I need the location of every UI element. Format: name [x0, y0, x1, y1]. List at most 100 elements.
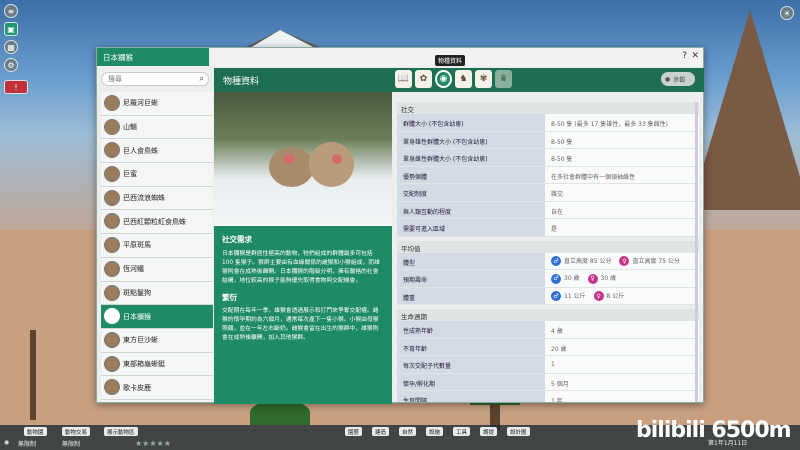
- details-key: 單身雄性群體大小 (不包含幼崽): [397, 131, 545, 148]
- species-list-item[interactable]: 東部箱龜蜥蜓: [101, 352, 213, 377]
- details-row: 不育年齡 20 歲: [397, 338, 699, 356]
- paw-icon[interactable]: ✾: [475, 70, 492, 88]
- background-tree-left: [30, 330, 36, 420]
- bottom-center-button[interactable]: 自然: [399, 427, 417, 436]
- zoo-status-icon[interactable]: ▣: [4, 22, 18, 36]
- details-value: 雜交: [545, 184, 699, 201]
- details-scrollbar[interactable]: [695, 102, 698, 402]
- tab-tooltip: 物種資料: [435, 55, 466, 66]
- visitor-button[interactable]: ● 參觀: [661, 72, 695, 86]
- details-row: 體型 ♂ 直立高度 85 公分 ♀ 直立高度 75 公分: [397, 252, 699, 270]
- bottom-center-button[interactable]: 工具: [453, 427, 471, 436]
- details-value: ♂ 30 歲 ♀ 30 歲: [545, 270, 699, 287]
- species-list-item[interactable]: 尼羅河巨蜥: [101, 92, 213, 116]
- status-mid: 無限制: [62, 441, 81, 448]
- search-input[interactable]: [102, 73, 192, 85]
- species-list-item[interactable]: 死亡蛇: [101, 399, 213, 402]
- species-list-item[interactable]: 斑點鬣狗: [101, 281, 213, 306]
- bottom-center-button[interactable]: 設計圖: [507, 427, 530, 436]
- details-key: 生育間隔: [397, 391, 545, 402]
- description-breeding-text: 交配期在每年一季，雄猴會透過展示和打鬥來爭奪交配權。雌猴的懷孕期約為六個月，通常…: [222, 308, 379, 342]
- details-key: 性成熟年齡: [397, 321, 545, 338]
- details-key: 體重: [397, 287, 545, 304]
- details-key: 與人類互動的程度: [397, 201, 545, 218]
- details-row: 交配制度 雜交: [397, 184, 699, 202]
- species-label: 巨蜜: [123, 170, 137, 179]
- bottom-left-button[interactable]: 動物交易: [62, 427, 91, 436]
- status-left: 無限制: [18, 441, 37, 448]
- help-button[interactable]: ?: [682, 51, 687, 61]
- leaf-icon[interactable]: ✿: [415, 70, 432, 88]
- visitor-label: 參觀: [673, 76, 686, 84]
- species-label: 東方巨沙蜥: [123, 336, 158, 345]
- description-social-text: 日本獼猴是群居性極高的動物，牠們組成的群體最多可包括 100 隻猴子。猴群主要由…: [222, 250, 380, 284]
- calendar-icon[interactable]: ▦: [4, 40, 18, 54]
- menu-icon[interactable]: ≡: [4, 4, 18, 18]
- species-thumbnail: [104, 331, 120, 348]
- species-list-item[interactable]: 恆河鱷: [101, 257, 213, 282]
- species-label: 日本獼猴: [123, 312, 151, 321]
- pause-icon[interactable]: ◉: [4, 439, 9, 448]
- bottom-center-button[interactable]: 建造: [372, 427, 390, 436]
- details-row: 性成熟年齡 4 歲: [397, 321, 699, 339]
- details-key: 單身雌性群體大小 (不包含幼崽): [397, 149, 545, 166]
- details-row: 懷孕/孵化期 5 個月: [397, 373, 699, 391]
- book-icon[interactable]: 📖: [395, 70, 412, 88]
- animal-icon[interactable]: ♞: [455, 70, 472, 88]
- species-list-item[interactable]: 巴西流浪蜘蛛: [101, 186, 213, 211]
- species-label: 歌卡皮鹿: [123, 383, 151, 392]
- details-key: 體型: [397, 252, 545, 269]
- details-row: 需要可進入區域是: [397, 219, 699, 237]
- species-list-item[interactable]: 巴西紅顆粒紅食鳥蛛: [101, 210, 213, 235]
- gender-value-text: 直立高度 75 公分: [632, 257, 680, 265]
- species-list-item[interactable]: 巨蜜: [101, 163, 213, 187]
- details-row: 群體大小 (不包含幼崽) 8-50 隻 (最多 17 隻雄性，最多 33 隻雌性): [397, 114, 699, 132]
- details-value: 是: [545, 219, 699, 236]
- bottom-center-button[interactable]: 設施: [426, 427, 444, 436]
- gender-value-text: 直立高度 85 公分: [564, 257, 612, 265]
- background-mountain-right: [690, 10, 800, 210]
- female-value: ♀ 8 公斤: [593, 291, 625, 301]
- species-list-item[interactable]: 東方巨沙蜥: [101, 328, 213, 353]
- details-row: 每次交配子代數量 1: [397, 356, 699, 374]
- alert-badge[interactable]: !: [4, 80, 28, 94]
- details-value: 20 歲: [545, 338, 699, 355]
- photo-monkey-face-2: [332, 154, 342, 164]
- female-icon: ♀: [593, 291, 604, 301]
- dna-icon[interactable]: ◉: [435, 70, 452, 88]
- trophy-icon[interactable]: ♛: [495, 70, 512, 88]
- settings-icon[interactable]: ⚙: [4, 58, 18, 72]
- details-row: 與人類互動的程度 自在: [397, 201, 699, 219]
- species-thumbnail: [104, 308, 120, 325]
- species-thumbnail: [104, 118, 120, 135]
- sun-icon[interactable]: ☀: [780, 6, 794, 20]
- species-label: 尼羅河巨蜥: [123, 99, 158, 108]
- female-value: ♀ 30 歲: [587, 273, 617, 284]
- close-button[interactable]: ✕: [691, 51, 699, 61]
- gender-value-text: 8 公斤: [606, 292, 625, 300]
- details-value: 8-50 隻: [545, 131, 699, 148]
- male-icon: ♂: [551, 273, 561, 284]
- species-list-item[interactable]: 巨人食鳥蛛: [101, 139, 213, 164]
- bottom-left-button[interactable]: 動物園: [24, 427, 47, 436]
- details-row: 優勢個體 在多社會群體中有一個領袖雌性: [397, 166, 699, 184]
- species-thumbnail: [104, 189, 120, 206]
- details-key: 優勢個體: [397, 166, 545, 183]
- species-list-item[interactable]: 日本獼猴: [101, 305, 213, 329]
- bottom-left-button[interactable]: 展示動物區: [104, 427, 138, 436]
- details-row: 生育間隔 1 年: [397, 391, 699, 402]
- species-list-item[interactable]: 山魈: [101, 115, 213, 140]
- search-icon[interactable]: ⌕: [200, 74, 204, 84]
- bottom-center-button[interactable]: 園藝: [345, 427, 363, 436]
- gender-value-text: 30 歲: [600, 275, 617, 282]
- species-list-item[interactable]: 平原斑馬: [101, 234, 213, 258]
- details-row: 單身雌性群體大小 (不包含幼崽) 8-50 隻: [397, 149, 699, 167]
- search-box[interactable]: ⌕: [101, 72, 209, 86]
- species-thumbnail: [104, 237, 120, 254]
- details-value: 5 個月: [545, 373, 699, 390]
- background-snowcap: [250, 30, 315, 48]
- species-thumbnail: [104, 355, 120, 372]
- species-list-item[interactable]: 歌卡皮鹿: [101, 376, 213, 400]
- bottom-center-button[interactable]: 護提: [480, 427, 498, 436]
- details-section-heading: 生命週期: [397, 309, 699, 321]
